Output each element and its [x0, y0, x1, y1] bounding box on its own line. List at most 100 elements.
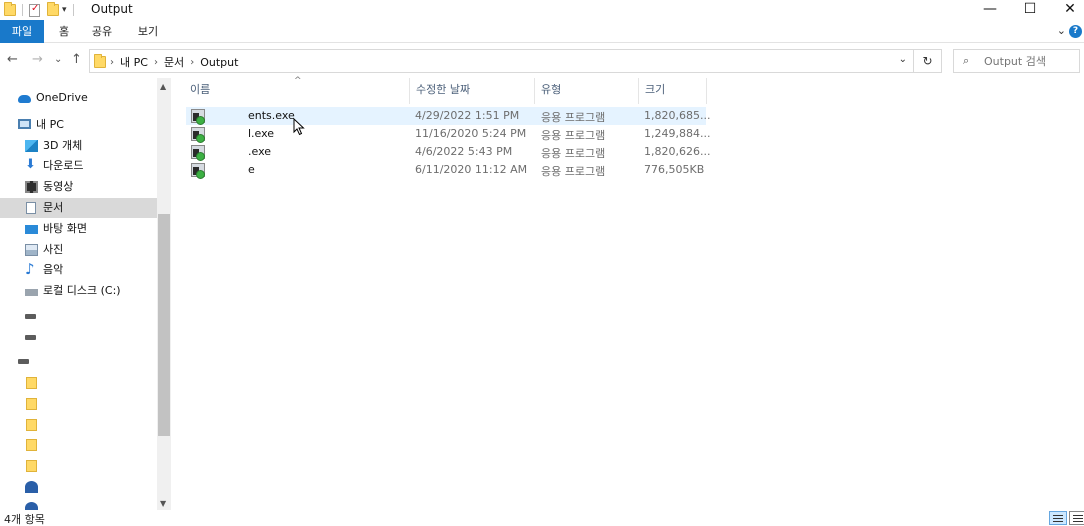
details-view-button[interactable]: [1049, 511, 1067, 525]
sidebar-item-drive[interactable]: [0, 326, 157, 346]
file-row[interactable]: l.exe 11/16/2020 5:24 PM 응용 프로그램 1,249,8…: [186, 125, 711, 143]
cube-icon: [25, 140, 38, 152]
file-name: .exe: [248, 145, 272, 158]
sidebar-item-pictures[interactable]: 사진: [0, 240, 157, 260]
sidebar-item-music[interactable]: 음악: [0, 259, 157, 280]
redacted-filename: [206, 107, 248, 125]
toolbar-divider: [22, 4, 23, 16]
file-name: l.exe: [248, 127, 275, 140]
music-icon: [25, 259, 38, 279]
sidebar-item-drive[interactable]: [0, 305, 157, 325]
tab-share[interactable]: 공유: [86, 20, 118, 43]
address-bar[interactable]: › 내 PC › 문서 › Output ⌄: [89, 49, 914, 73]
file-date: 4/29/2022 1:51 PM: [415, 109, 520, 122]
back-button[interactable]: ←: [7, 52, 18, 67]
sidebar-item-3d-objects[interactable]: 3D 개체: [0, 136, 157, 156]
file-date: 11/16/2020 5:24 PM: [415, 127, 527, 140]
zip-icon: [25, 502, 38, 510]
file-name: e: [248, 163, 255, 176]
properties-icon[interactable]: [29, 3, 40, 17]
tab-home[interactable]: 홈: [52, 20, 76, 43]
breadcrumb-item-my-pc[interactable]: 내 PC: [120, 54, 148, 70]
breadcrumb-separator: ›: [153, 56, 158, 68]
sidebar-scrollbar[interactable]: ▲ ▼: [157, 78, 171, 510]
folder-icon: [4, 2, 16, 16]
file-row[interactable]: ents.exe 4/29/2022 1:51 PM 응용 프로그램 1,820…: [186, 107, 711, 125]
application-icon: [191, 145, 205, 161]
pictures-icon: [25, 244, 38, 256]
column-header-date[interactable]: 수정한 날짜: [410, 78, 535, 104]
sidebar-item-folder[interactable]: [0, 415, 157, 435]
file-row[interactable]: e 6/11/2020 11:12 AM 응용 프로그램 776,505KB: [186, 161, 706, 179]
new-folder-icon[interactable]: [47, 2, 59, 16]
mouse-cursor-icon: [293, 118, 305, 136]
document-icon: [26, 202, 36, 214]
pc-icon: [18, 119, 31, 129]
file-size: 776,505KB: [644, 163, 705, 176]
breadcrumb-separator: ›: [110, 56, 114, 68]
search-icon: ⌕: [963, 54, 970, 67]
file-size: 1,820,685...: [644, 109, 711, 122]
search-input[interactable]: [984, 53, 1076, 69]
drive-icon: [25, 314, 36, 319]
ribbon-tabs: 파일 홈 공유 보기 ⌄ ?: [0, 20, 1084, 43]
folder-icon: [26, 419, 37, 431]
folder-icon: [26, 377, 37, 389]
scroll-up-icon[interactable]: ▲: [160, 82, 166, 91]
column-header-size[interactable]: 크기: [639, 78, 707, 104]
forward-button[interactable]: →: [32, 52, 43, 67]
application-icon: [191, 127, 205, 143]
sidebar-item-label: 내 PC: [36, 118, 64, 131]
sidebar-item-onedrive[interactable]: OneDrive: [0, 88, 157, 108]
download-icon: [25, 155, 38, 175]
sidebar-item-folder[interactable]: [0, 373, 157, 393]
address-history-chevron-icon[interactable]: ⌄: [899, 54, 907, 65]
file-size: 1,249,884...: [644, 127, 711, 140]
folder-icon: [94, 54, 106, 68]
sidebar-item-label: 로컬 디스크 (C:): [43, 284, 121, 297]
close-button[interactable]: ✕: [1047, 0, 1084, 20]
refresh-button[interactable]: ↻: [914, 49, 942, 73]
tab-view[interactable]: 보기: [132, 20, 164, 43]
drive-icon: [18, 359, 29, 364]
sidebar-item-zip[interactable]: [0, 477, 157, 506]
sidebar-item-downloads[interactable]: 다운로드: [0, 155, 157, 176]
customize-toolbar-chevron-icon[interactable]: ▾: [62, 5, 67, 15]
sidebar-item-videos[interactable]: 동영상: [0, 177, 157, 197]
tab-file[interactable]: 파일: [0, 20, 44, 43]
scrollbar-thumb[interactable]: [158, 214, 170, 436]
redacted-filename: [206, 143, 248, 161]
breadcrumb-item-documents[interactable]: 문서: [164, 54, 184, 70]
sidebar-item-folder[interactable]: [0, 394, 157, 414]
column-header-name[interactable]: 이름: [184, 78, 410, 104]
up-button[interactable]: ↑: [71, 52, 82, 67]
file-name: ents.exe: [248, 109, 295, 122]
sidebar-item-label: 문서: [43, 201, 64, 214]
sidebar-item-label: 3D 개체: [43, 139, 83, 152]
folder-icon: [26, 460, 37, 472]
sidebar-item-my-pc[interactable]: 내 PC: [0, 115, 157, 135]
sidebar-item-folder[interactable]: [0, 435, 157, 455]
address-toolbar: ← → ⌄ ↑ › 내 PC › 문서 › Output ⌄ ↻ ⌕: [0, 44, 1084, 78]
large-icons-view-button[interactable]: [1069, 511, 1084, 525]
sidebar-item-documents[interactable]: 문서: [0, 198, 157, 218]
title-bar: ▾ Output — ☐ ✕: [0, 0, 1084, 20]
breadcrumb-item-output[interactable]: Output: [200, 56, 238, 69]
help-icon[interactable]: ?: [1069, 25, 1082, 38]
application-icon: [191, 109, 205, 125]
scroll-down-icon[interactable]: ▼: [160, 499, 166, 508]
sidebar-item-folder[interactable]: [0, 456, 157, 476]
status-bar: 4개 항목: [0, 510, 1084, 526]
search-box[interactable]: ⌕: [953, 49, 1080, 73]
redacted-filename: [206, 125, 248, 143]
ribbon-expand-chevron-icon[interactable]: ⌄: [1057, 24, 1066, 37]
folder-icon: [26, 398, 37, 410]
sidebar-item-zip[interactable]: [0, 498, 157, 510]
recent-locations-chevron-icon[interactable]: ⌄: [54, 54, 62, 65]
sidebar-item-network-drive[interactable]: [0, 350, 157, 370]
file-type: 응용 프로그램: [541, 165, 606, 178]
sidebar-item-desktop[interactable]: 바탕 화면: [0, 219, 157, 239]
column-header-type[interactable]: 유형: [535, 78, 639, 104]
file-row[interactable]: .exe 4/6/2022 5:43 PM 응용 프로그램 1,820,626.…: [186, 143, 710, 161]
sidebar-item-local-disk[interactable]: 로컬 디스크 (C:): [0, 281, 157, 301]
